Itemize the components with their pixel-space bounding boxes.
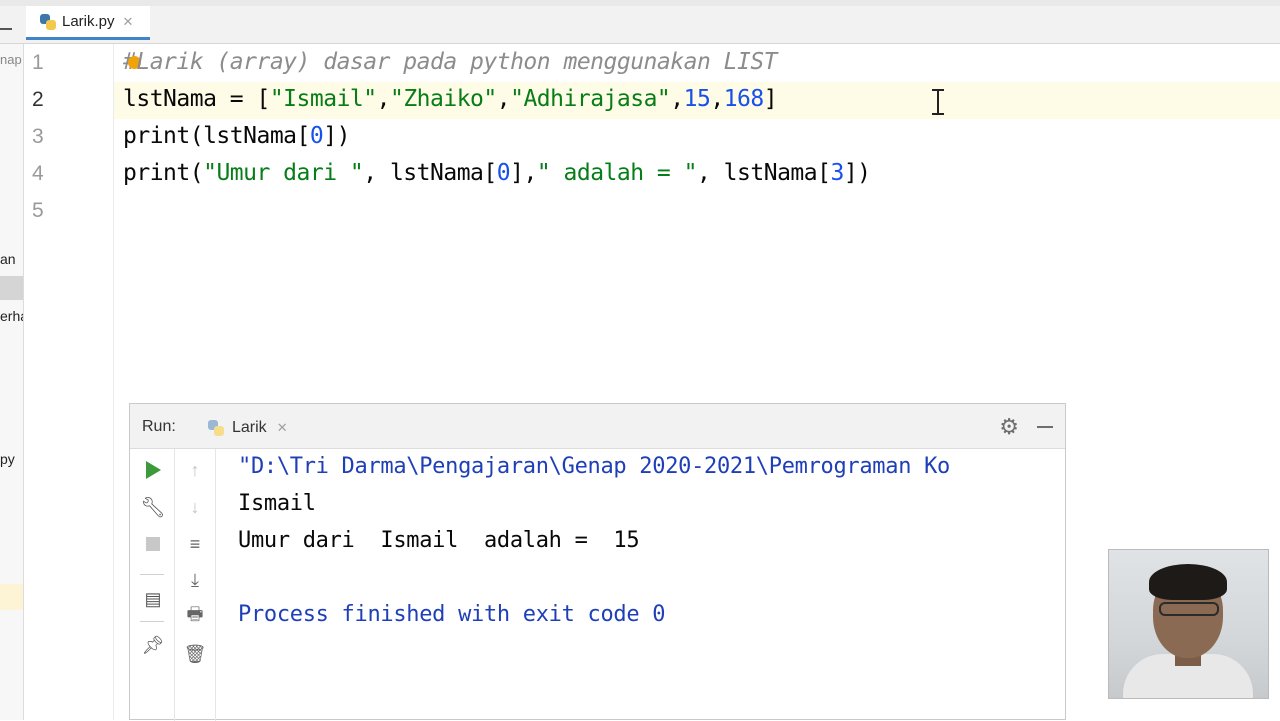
project-item-fragment[interactable]: an [0,251,16,267]
string-token: "Umur dari " [203,160,364,186]
line-number: 2 [32,88,44,111]
string-token: "Zhaiko" [389,86,497,112]
number-token: 0 [309,123,324,149]
minimize-icon[interactable] [1037,426,1053,428]
code-token: print(lstNama[ [123,123,310,149]
run-window-header: Run: Larik ✕ ⚙ [130,404,1065,449]
code-token: ]) [323,123,350,149]
tab-larik-py[interactable]: Larik.py ✕ [26,6,150,40]
webcam-overlay [1108,549,1269,699]
pin-tab-button[interactable]: 📌︎ [141,633,165,657]
soft-wrap-button[interactable]: ≡ [183,532,207,556]
project-selected-row[interactable] [0,276,23,300]
code-line-1[interactable]: #Larik (array) dasar pada python menggun… [123,49,778,75]
console-exit-line: Process finished with exit code 0 [238,602,666,627]
edit-config-button[interactable]: 🔧︎ [140,495,166,519]
code-token: , [670,86,684,112]
line-number: 1 [32,51,44,74]
line-number-gutter: 1 2 3 4 5 [24,44,114,720]
stop-icon [146,537,160,551]
stop-button[interactable] [141,532,165,556]
printer-icon: 🖶︎ [186,604,204,624]
code-line-3[interactable]: print(lstNama[0]) [123,123,350,149]
code-token: ], [510,160,537,186]
tab-close-icon[interactable]: ✕ [123,14,134,30]
play-icon [145,461,161,479]
run-tab-label: Larik [232,419,267,436]
string-token: " adalah = " [536,160,698,186]
run-label: Run: [142,418,176,435]
line-number: 3 [32,125,44,148]
tab-label: Larik.py [62,13,115,30]
project-item-fragment[interactable]: py [0,451,15,467]
arrow-down-icon: ↓ [190,496,200,517]
code-token: , lstNama[ [363,160,497,186]
scroll-to-end-icon: ⤓ [191,569,199,590]
pin-icon: 📌︎ [141,634,165,655]
run-tab-larik[interactable]: Larik ✕ [202,411,294,445]
arrow-up-icon: ↑ [190,459,200,480]
clear-all-button[interactable]: 🗑︎ [183,642,207,666]
toolbar-divider [140,574,164,575]
editor-tab-bar: Larik.py ✕ [0,6,1280,44]
comment-text: Larik (array) dasar pada python mengguna… [136,49,778,75]
line-number: 5 [32,199,44,222]
trash-icon: 🗑︎ [183,643,207,664]
soft-wrap-icon: ≡ [189,533,201,554]
run-toolbar-primary: 🔧︎ ▤ 📌︎ [130,449,175,721]
code-token: ] [763,86,778,112]
code-token: , lstNama[ [696,160,831,186]
run-tool-window: Run: Larik ✕ ⚙ 🔧︎ ▤ 📌︎ ↑ ↓ ≡ ⤓ 🖶︎ 🗑︎ "D:… [129,403,1066,721]
project-item-fragment[interactable]: erha [0,308,23,324]
console-output-line: Umur dari Ismail adalah = 15 [238,528,640,553]
rerun-button[interactable] [141,458,165,482]
gear-icon[interactable]: ⚙ [999,414,1019,440]
run-tab-close-icon[interactable]: ✕ [277,420,288,436]
code-line-4[interactable]: print("Umur dari ", lstNama[0]," adalah … [123,160,871,186]
scroll-to-end-button[interactable]: ⤓ [183,568,207,592]
code-token: ]) [843,160,871,186]
run-toolbar-secondary: ↑ ↓ ≡ ⤓ 🖶︎ 🗑︎ [175,449,216,721]
python-file-icon [40,13,56,30]
minimize-panel-icon[interactable] [0,28,12,30]
python-run-icon [208,420,224,436]
console-output-line: Ismail [238,491,316,516]
code-token: print( [123,160,204,186]
console-output[interactable]: "D:\Tri Darma\Pengajaran\Genap 2020-2021… [238,452,1064,717]
string-token: "Ismail" [269,86,377,112]
layout-icon: ▤ [144,588,162,609]
text-cursor-icon [932,89,944,115]
print-button[interactable]: 🖶︎ [183,604,207,629]
number-token: 15 [683,86,711,112]
project-item-fragment[interactable]: nap [0,52,22,67]
project-highlight-row[interactable] [0,584,23,610]
number-token: 168 [723,86,765,112]
wrench-icon: 🔧︎ [140,496,166,519]
code-token: , [496,86,511,112]
up-stack-button[interactable]: ↑ [183,458,207,482]
code-token: lstNama = [ [123,86,270,112]
toolbar-divider [140,621,164,622]
code-line-2[interactable]: lstNama = ["Ismail","Zhaiko","Adhirajasa… [123,86,778,112]
code-token: , [710,86,724,112]
line-number: 4 [32,162,44,185]
presenter-glasses [1159,602,1219,616]
string-token: "Adhirajasa" [510,86,671,112]
presenter-hair [1149,564,1227,600]
layout-button[interactable]: ▤ [141,587,165,611]
console-command-line: "D:\Tri Darma\Pengajaran\Genap 2020-2021… [238,454,950,479]
project-panel: nap an erha py [0,44,24,720]
down-stack-button[interactable]: ↓ [183,495,207,519]
code-token: , [376,86,391,112]
number-token: 0 [496,160,511,186]
number-token: 3 [830,160,844,186]
